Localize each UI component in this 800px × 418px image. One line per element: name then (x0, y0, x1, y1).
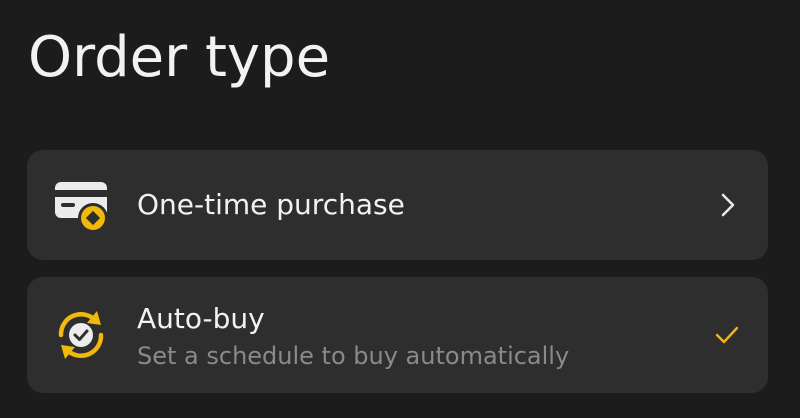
card-purchase-icon (51, 176, 111, 236)
chevron-right-icon (712, 190, 742, 220)
option-auto-buy[interactable]: Auto-buy Set a schedule to buy automatic… (27, 277, 768, 393)
check-icon (712, 320, 742, 350)
auto-buy-icon (51, 305, 111, 365)
option-one-time-purchase[interactable]: One-time purchase (27, 150, 768, 260)
option-subtitle: Set a schedule to buy automatically (137, 342, 570, 370)
option-label: One-time purchase (137, 188, 405, 221)
option-label: Auto-buy (137, 302, 265, 335)
page-title: Order type (28, 25, 331, 90)
